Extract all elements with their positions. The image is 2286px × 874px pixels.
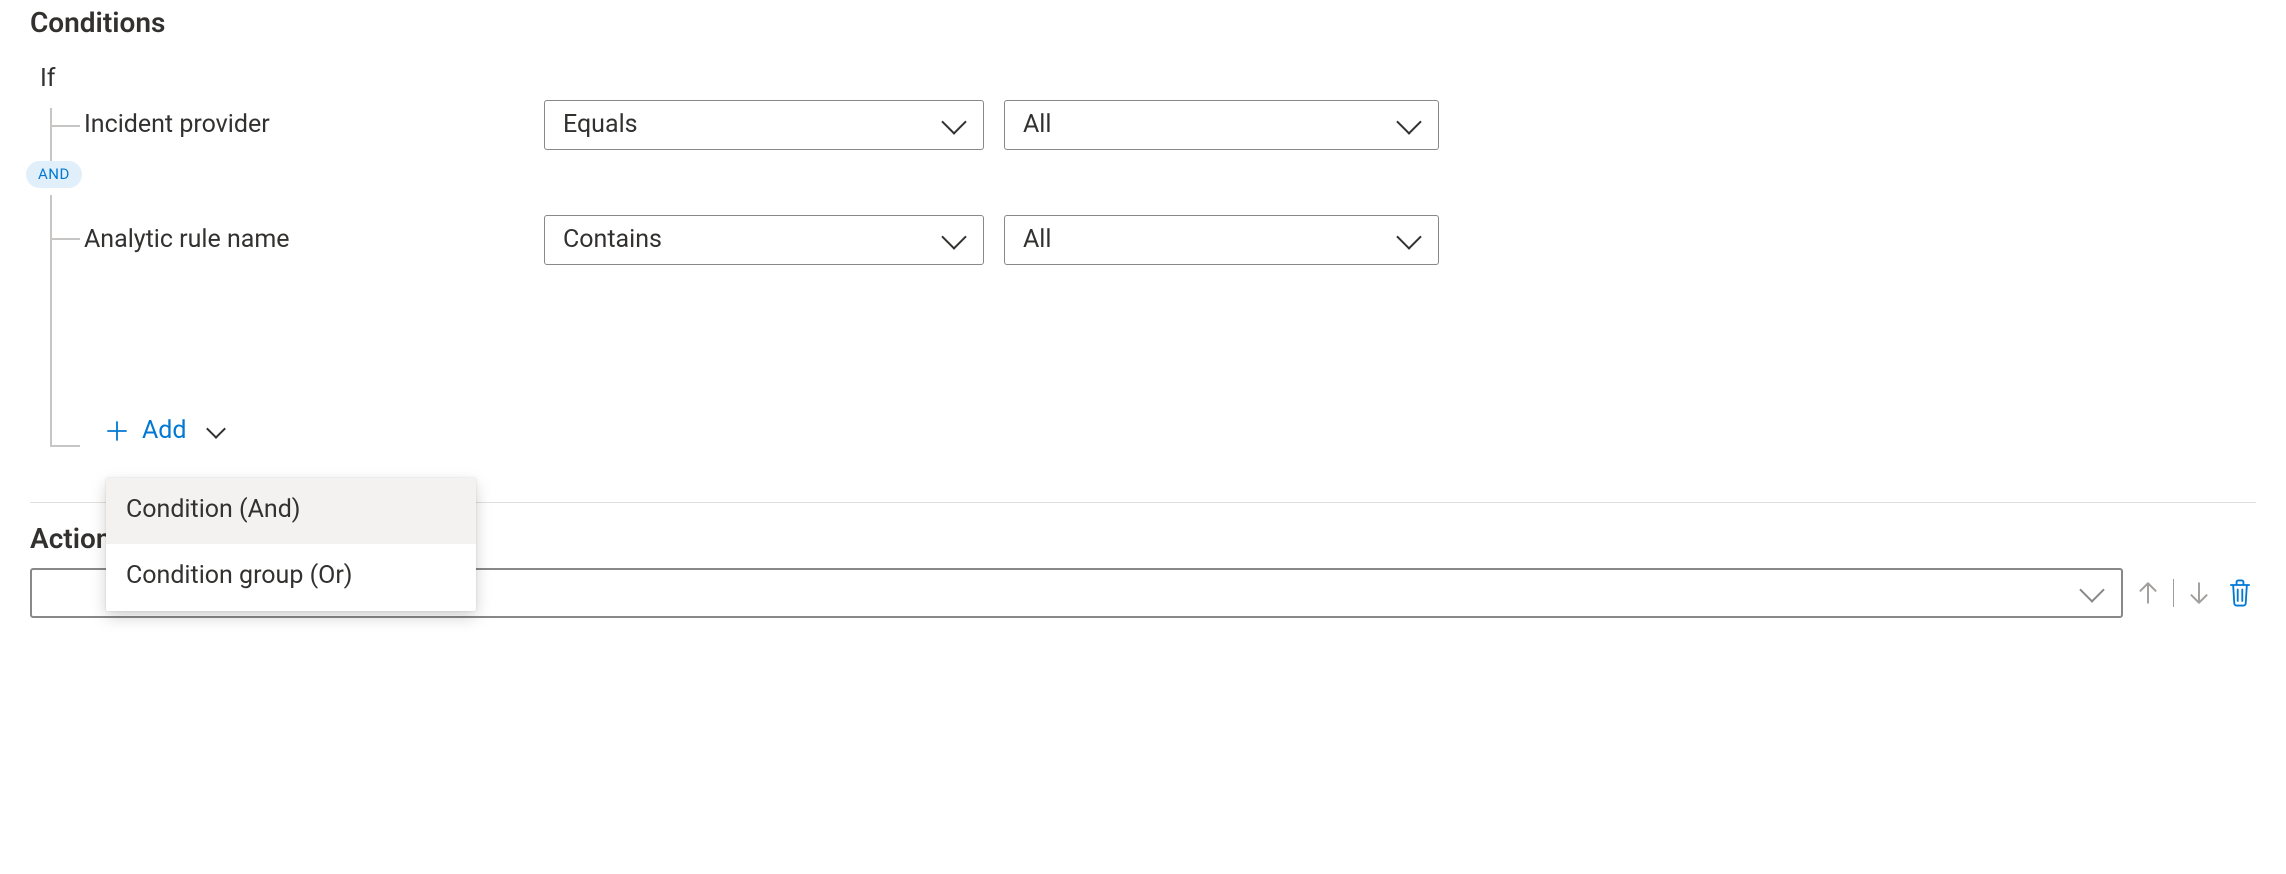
condition-value-select[interactable]: All: [1004, 100, 1439, 150]
condition-value: All: [1023, 224, 1051, 257]
condition-row: Incident provider Equals All: [50, 100, 2256, 150]
condition-row: Analytic rule name Contains All: [50, 215, 2256, 265]
icon-divider: [2173, 579, 2174, 607]
logical-operator-badge: AND: [26, 161, 82, 189]
delete-action-button[interactable]: [2224, 575, 2256, 611]
condition-operator-select[interactable]: Equals: [544, 100, 984, 150]
move-action-down-button[interactable]: [2184, 575, 2214, 611]
chevron-down-icon: [2079, 577, 2104, 602]
menu-item-condition-group-or[interactable]: Condition group (Or): [106, 544, 476, 611]
condition-operator-value: Contains: [563, 224, 662, 257]
chevron-down-icon: [1396, 109, 1421, 134]
tree-line-h-2: [50, 238, 80, 240]
condition-value: All: [1023, 109, 1051, 142]
add-condition-button[interactable]: Add: [50, 415, 2256, 448]
chevron-down-icon: [1396, 224, 1421, 249]
condition-value-select[interactable]: All: [1004, 215, 1439, 265]
tree-line-h-1: [50, 125, 80, 127]
tree-line-vertical-bottom: [50, 195, 52, 445]
condition-operator-value: Equals: [563, 109, 638, 142]
chevron-down-icon: [206, 419, 226, 439]
tree-line-vertical-top: [50, 108, 52, 161]
move-action-up-button[interactable]: [2133, 575, 2163, 611]
condition-field-label: Analytic rule name: [84, 224, 524, 257]
plus-icon: [106, 420, 128, 442]
conditions-section-title: Conditions: [30, 5, 2256, 41]
add-condition-menu: Condition (And) Condition group (Or): [106, 478, 476, 611]
condition-operator-select[interactable]: Contains: [544, 215, 984, 265]
condition-field-label: Incident provider: [84, 109, 524, 142]
tree-line-h-add: [50, 445, 80, 447]
menu-item-condition-and[interactable]: Condition (And): [106, 478, 476, 545]
if-label: If: [40, 63, 2256, 96]
chevron-down-icon: [941, 109, 966, 134]
add-condition-label: Add: [142, 415, 187, 448]
chevron-down-icon: [941, 224, 966, 249]
